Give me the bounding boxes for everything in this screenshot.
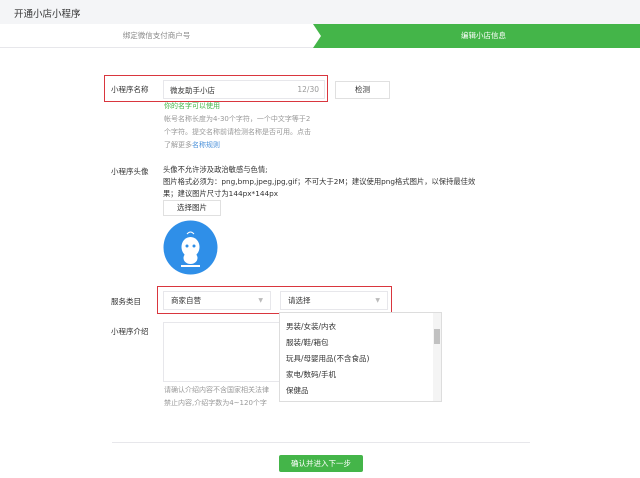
select-primary-value: 商家自营 [171,296,201,305]
page-header: 开通小店小程序 [0,0,640,24]
page-title: 开通小店小程序 [14,9,81,20]
divider [112,442,530,443]
name-label: 小程序名称 [111,85,149,94]
name-count: 12/30 [297,85,319,94]
avatar-rule-line: 头像不允许涉及政治敏感与色情; [163,165,268,174]
name-value: 微友助手小店 [170,86,215,95]
dropdown-option[interactable]: 家电/数码/手机 [286,369,336,380]
avatar-image [163,220,218,275]
chevron-down-icon: ▼ [258,297,263,304]
step-bar: 绑定微信支付商户号 编辑小店信息 [0,24,640,48]
intro-help-line: 请确认介绍内容不含国家相关法律 [164,386,269,394]
dropdown-option[interactable]: 保健品 [286,385,309,396]
name-help-line: 个字符。提交名称前请检测名称是否可用。点击 [164,128,311,136]
avatar-rule-line: 图片格式必须为：png,bmp,jpeg,jpg,gif；不可大于2M；建议使用… [163,177,476,186]
intro-help-line: 禁止内容,介绍字数为4~120个字 [164,399,267,407]
service-label: 服务类目 [111,297,141,306]
chevron-down-icon: ▼ [375,297,380,304]
dropdown-option[interactable]: 玩具/母婴用品(不含食品) [286,353,369,364]
dropdown-scrollbar[interactable] [433,313,441,401]
scrollbar-thumb[interactable] [434,329,440,344]
step-bind-merchant[interactable]: 绑定微信支付商户号 [0,24,313,48]
select-secondary-value: 请选择 [288,296,311,305]
dropdown-option[interactable]: 男装/女装/内衣 [286,321,336,332]
intro-label: 小程序介绍 [111,327,149,336]
name-ok-text: 你的名字可以使用 [164,102,220,110]
choose-image-button[interactable]: 选择图片 [163,200,221,216]
confirm-next-button[interactable]: 确认并进入下一步 [279,455,363,472]
dropdown-option[interactable]: 服装/鞋/箱包 [286,337,329,348]
service-select-primary[interactable]: 商家自营 ▼ [163,291,271,310]
avatar-rule-line: 果；建议图片尺寸为144px*144px [163,189,279,198]
step-edit-shop[interactable]: 编辑小店信息 [313,24,640,48]
avatar-label: 小程序头像 [111,167,149,176]
name-help-prefix: 了解更多 [164,141,192,149]
name-help-line: 帐号名称长度为4-30个字符，一个中文字等于2 [164,115,311,123]
service-select-secondary[interactable]: 请选择 ▼ [280,291,388,310]
check-button[interactable]: 检测 [335,81,390,99]
category-dropdown: 男装/女装/内衣 服装/鞋/箱包 玩具/母婴用品(不含食品) 家电/数码/手机 … [279,312,442,402]
name-input[interactable]: 微友助手小店 12/30 [163,80,325,99]
name-rules-link[interactable]: 名称规则 [192,141,220,149]
